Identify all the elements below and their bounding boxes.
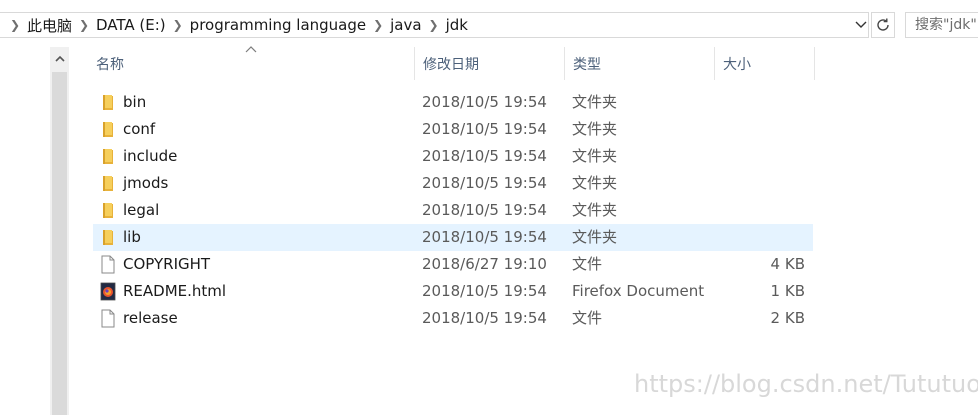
folder-icon: [100, 120, 116, 139]
file-icon: [100, 309, 116, 328]
file-row[interactable]: COPYRIGHT 2018/6/27 19:10 文件 4 KB: [93, 251, 813, 278]
scroll-up-button[interactable]: [50, 47, 69, 70]
file-row[interactable]: README.html 2018/10/5 19:54 Firefox Docume…: [93, 278, 813, 305]
file-date-modified: 2018/10/5 19:54: [422, 174, 547, 192]
file-type: 文件夹: [572, 147, 618, 165]
file-type: Firefox Document: [572, 282, 705, 300]
breadcrumb-trail: ❯ 此电脑 ❯ DATA (E:) ❯ programming language…: [4, 13, 469, 37]
file-date-modified: 2018/10/5 19:54: [422, 93, 547, 111]
file-type: 文件夹: [572, 93, 618, 111]
column-header-type[interactable]: 类型: [565, 47, 715, 80]
file-name: legal: [123, 201, 160, 219]
column-header-type-label: 类型: [573, 56, 601, 73]
file-type: 文件夹: [572, 174, 618, 192]
watermark: https://blog.csdn.net/Tututuo: [634, 370, 978, 398]
file-name: COPYRIGHT: [123, 255, 211, 273]
search-input[interactable]: 搜索"jdk": [905, 12, 978, 38]
file-date-modified: 2018/10/5 19:54: [422, 309, 547, 327]
address-bar: ❯ 此电脑 ❯ DATA (E:) ❯ programming language…: [0, 0, 978, 50]
folder-icon: [100, 174, 116, 193]
chevron-right-icon[interactable]: ❯: [371, 18, 385, 32]
breadcrumb-item-drive[interactable]: DATA (E:): [95, 16, 167, 34]
file-type: 文件夹: [572, 120, 618, 138]
folder-icon: [100, 201, 116, 220]
firefox-document-icon: [100, 282, 116, 301]
file-name: bin: [123, 93, 147, 111]
column-header-size[interactable]: 大小: [715, 47, 815, 80]
breadcrumb-item-jdk[interactable]: jdk: [445, 16, 469, 34]
file-date-modified: 2018/10/5 19:54: [422, 147, 547, 165]
file-row[interactable]: lib 2018/10/5 19:54 文件夹: [93, 224, 813, 251]
file-date-modified: 2018/10/5 19:54: [422, 201, 547, 219]
file-name: include: [123, 147, 178, 165]
breadcrumb-item-java[interactable]: java: [389, 16, 422, 34]
chevron-down-icon: [855, 21, 867, 28]
file-name: conf: [123, 120, 156, 138]
file-date-modified: 2018/10/5 19:54: [422, 228, 547, 246]
file-name: README.html: [123, 282, 227, 300]
file-type: 文件: [572, 309, 603, 327]
column-header-size-label: 大小: [723, 56, 751, 73]
column-header-name-label: 名称: [96, 56, 124, 73]
folder-icon: [100, 147, 116, 166]
column-header-date-label: 修改日期: [423, 56, 479, 73]
file-name: jmods: [123, 174, 169, 192]
file-type: 文件: [572, 255, 603, 273]
file-type: 文件夹: [572, 228, 618, 246]
chevron-right-icon[interactable]: ❯: [171, 18, 185, 32]
file-row[interactable]: jmods 2018/10/5 19:54 文件夹: [93, 170, 813, 197]
file-row[interactable]: release 2018/10/5 19:54 文件 2 KB: [93, 305, 813, 332]
refresh-button[interactable]: [871, 12, 895, 38]
file-type: 文件夹: [572, 201, 618, 219]
file-icon: [100, 255, 116, 274]
chevron-up-icon: [54, 55, 65, 62]
column-header-date-modified[interactable]: 修改日期: [415, 47, 565, 80]
column-header-name[interactable]: 名称: [88, 47, 415, 80]
folder-icon: [100, 228, 116, 247]
breadcrumb-item-programming-language[interactable]: programming language: [189, 16, 367, 34]
file-date-modified: 2018/10/5 19:54: [422, 120, 547, 138]
chevron-right-icon[interactable]: ❯: [427, 18, 441, 32]
scroll-thumb[interactable]: [52, 72, 67, 415]
folder-icon: [100, 93, 116, 112]
chevron-right-icon[interactable]: ❯: [77, 18, 91, 32]
file-date-modified: 2018/6/27 19:10: [422, 255, 547, 273]
file-size: 4 KB: [770, 255, 805, 273]
file-size: 1 KB: [770, 282, 805, 300]
refresh-icon: [877, 18, 889, 31]
file-date-modified: 2018/10/5 19:54: [422, 282, 547, 300]
file-row[interactable]: include 2018/10/5 19:54 文件夹: [93, 143, 813, 170]
vertical-scrollbar[interactable]: [50, 47, 69, 415]
file-list: bin 2018/10/5 19:54 文件夹 conf 2018/10/5 19:54…: [93, 89, 813, 332]
file-name: lib: [123, 228, 141, 246]
file-name: release: [123, 309, 178, 327]
chevron-right-icon[interactable]: ❯: [8, 18, 22, 32]
address-history-dropdown[interactable]: [852, 13, 870, 37]
file-row[interactable]: conf 2018/10/5 19:54 文件夹: [93, 116, 813, 143]
file-row[interactable]: legal 2018/10/5 19:54 文件夹: [93, 197, 813, 224]
breadcrumb[interactable]: ❯ 此电脑 ❯ DATA (E:) ❯ programming language…: [0, 12, 869, 38]
file-row[interactable]: bin 2018/10/5 19:54 文件夹: [93, 89, 813, 116]
breadcrumb-item-this-pc[interactable]: 此电脑: [26, 15, 73, 36]
file-size: 2 KB: [770, 309, 805, 327]
